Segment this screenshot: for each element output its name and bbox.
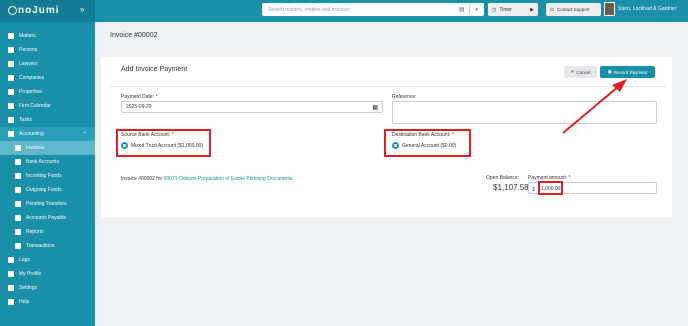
arrow-line [562,85,620,134]
annotation-arrow [562,79,627,134]
